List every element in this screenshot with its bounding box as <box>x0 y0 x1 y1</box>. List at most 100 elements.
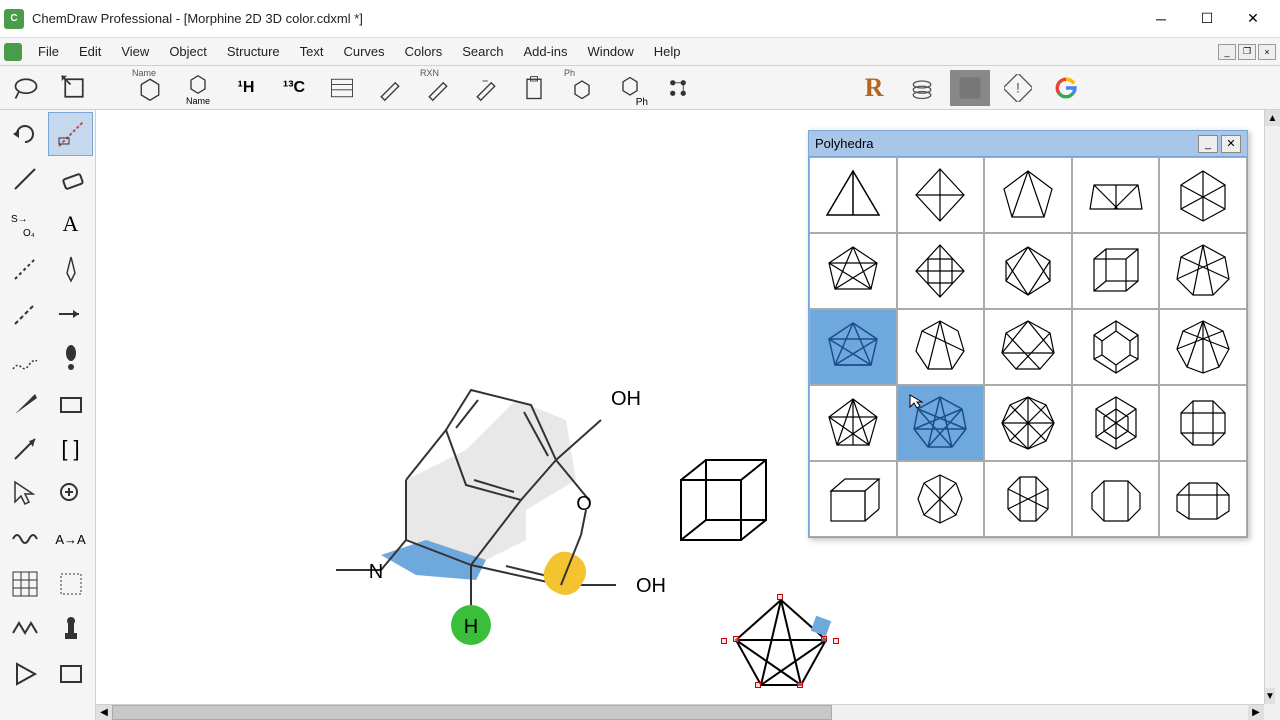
cube-object[interactable] <box>671 450 781 560</box>
polyhedron-21[interactable] <box>809 461 897 537</box>
texture-tool[interactable] <box>950 70 990 106</box>
menu-file[interactable]: File <box>28 38 69 65</box>
stamp-tool[interactable] <box>48 607 93 651</box>
single-bond-tool[interactable] <box>2 157 47 201</box>
polyhedra-close[interactable]: ✕ <box>1221 135 1241 153</box>
minimize-button[interactable]: ─ <box>1138 0 1184 38</box>
lasso-tool[interactable] <box>6 70 46 106</box>
rxn-tool[interactable]: RXN <box>418 70 458 106</box>
box-tool[interactable] <box>48 652 93 696</box>
rect-tool[interactable] <box>48 382 93 426</box>
polyhedron-25[interactable] <box>1159 461 1247 537</box>
menu-edit[interactable]: Edit <box>69 38 111 65</box>
polyhedron-3[interactable] <box>984 157 1072 233</box>
polyhedron-22[interactable] <box>897 461 985 537</box>
maximize-button[interactable]: ☐ <box>1184 0 1230 38</box>
nmr-h-tool[interactable]: ¹H <box>226 70 266 106</box>
coins-icon[interactable] <box>902 70 942 106</box>
mdi-minimize[interactable]: _ <box>1218 44 1236 60</box>
menu-help[interactable]: Help <box>644 38 691 65</box>
dotted-rect-tool[interactable] <box>48 562 93 606</box>
polyhedron-11-selected[interactable] <box>809 309 897 385</box>
mdi-close[interactable]: × <box>1258 44 1276 60</box>
polyhedron-17-hover[interactable] <box>897 385 985 461</box>
nmr-c-tool[interactable]: ¹³C <box>274 70 314 106</box>
menu-view[interactable]: View <box>111 38 159 65</box>
polyhedron-tetrahedron[interactable] <box>809 157 897 233</box>
polyhedron-10[interactable] <box>1159 233 1247 309</box>
menu-colors[interactable]: Colors <box>395 38 453 65</box>
warning-tool[interactable]: ! <box>998 70 1038 106</box>
polyhedra-palette[interactable]: Polyhedra _ ✕ <box>808 130 1248 538</box>
dashed-bond-tool[interactable] <box>2 247 47 291</box>
morphine-structure[interactable]: O OH OH N H <box>306 360 706 680</box>
polyhedron-16[interactable] <box>809 385 897 461</box>
pen-tool[interactable] <box>48 247 93 291</box>
polyhedron-14[interactable] <box>1072 309 1160 385</box>
text-tool[interactable]: A <box>48 202 93 246</box>
polyhedron-5[interactable] <box>1159 157 1247 233</box>
zoom-tool[interactable] <box>48 472 93 516</box>
vertical-scrollbar[interactable]: ▲ ▼ <box>1264 110 1280 704</box>
menu-object[interactable]: Object <box>159 38 217 65</box>
property-tool[interactable] <box>322 70 362 106</box>
polyhedron-20[interactable] <box>1159 385 1247 461</box>
horizontal-scrollbar[interactable]: ◀ ▶ <box>96 704 1264 720</box>
svg-text:S→: S→ <box>11 214 28 225</box>
polyhedron-7[interactable] <box>897 233 985 309</box>
atom-oh-bottom: OH <box>636 575 666 597</box>
brush-tool-1[interactable] <box>370 70 410 106</box>
svg-text:!: ! <box>1016 79 1020 95</box>
wavy-bond-tool[interactable] <box>2 337 47 381</box>
polyhedra-minimize[interactable]: _ <box>1198 135 1218 153</box>
polyhedron-23[interactable] <box>984 461 1072 537</box>
ph-struct-tool[interactable]: Ph <box>562 70 602 106</box>
clipboard-tool[interactable] <box>514 70 554 106</box>
menu-window[interactable]: Window <box>578 38 644 65</box>
pointer-tool[interactable] <box>2 472 47 516</box>
google-icon[interactable] <box>1046 70 1086 106</box>
polyhedron-15[interactable] <box>1159 309 1247 385</box>
polyhedron-object-selected[interactable] <box>721 590 841 700</box>
orbital-tool[interactable] <box>48 337 93 381</box>
polyhedron-6[interactable] <box>809 233 897 309</box>
close-button[interactable]: ✕ <box>1230 0 1276 38</box>
menu-text[interactable]: Text <box>290 38 334 65</box>
eraser-tool[interactable] <box>48 157 93 201</box>
polyhedron-18[interactable] <box>984 385 1072 461</box>
polyhedron-4[interactable] <box>1072 157 1160 233</box>
menu-addins[interactable]: Add-ins <box>513 38 577 65</box>
polyhedron-8[interactable] <box>984 233 1072 309</box>
polyhedron-2[interactable] <box>897 157 985 233</box>
selected-tool-highlight[interactable] <box>48 112 93 156</box>
menu-curves[interactable]: Curves <box>333 38 394 65</box>
replace-text-tool[interactable]: A→A <box>48 517 93 561</box>
stereo-bond-tool[interactable]: S→O₄ <box>2 202 47 246</box>
dot-struct-tool[interactable] <box>658 70 698 106</box>
polyhedra-palette-titlebar[interactable]: Polyhedra _ ✕ <box>809 131 1247 157</box>
squiggle-tool[interactable] <box>2 517 47 561</box>
polyhedron-19[interactable] <box>1072 385 1160 461</box>
table-tool[interactable] <box>2 562 47 606</box>
hash-bond-tool[interactable] <box>2 292 47 336</box>
polyhedron-24[interactable] <box>1072 461 1160 537</box>
r-tool[interactable]: R <box>854 70 894 106</box>
name-to-structure[interactable]: Name <box>130 70 170 106</box>
polyhedron-13[interactable] <box>984 309 1072 385</box>
struct-ph-tool[interactable]: Ph <box>610 70 650 106</box>
wedge-tool[interactable] <box>2 382 47 426</box>
rotate-tool[interactable] <box>2 112 47 156</box>
brush-tool-3[interactable] <box>466 70 506 106</box>
menu-search[interactable]: Search <box>452 38 513 65</box>
polyhedron-12[interactable] <box>897 309 985 385</box>
half-arrow-tool[interactable] <box>2 427 47 471</box>
arrow-tool[interactable] <box>48 292 93 336</box>
mdi-restore[interactable]: ❐ <box>1238 44 1256 60</box>
structure-to-name[interactable]: Name <box>178 70 218 106</box>
menu-structure[interactable]: Structure <box>217 38 290 65</box>
play-tool[interactable] <box>2 652 47 696</box>
polyhedron-cube[interactable] <box>1072 233 1160 309</box>
marquee-tool[interactable] <box>54 70 94 106</box>
zigzag-tool[interactable] <box>2 607 47 651</box>
bracket-tool[interactable]: [ ] <box>48 427 93 471</box>
